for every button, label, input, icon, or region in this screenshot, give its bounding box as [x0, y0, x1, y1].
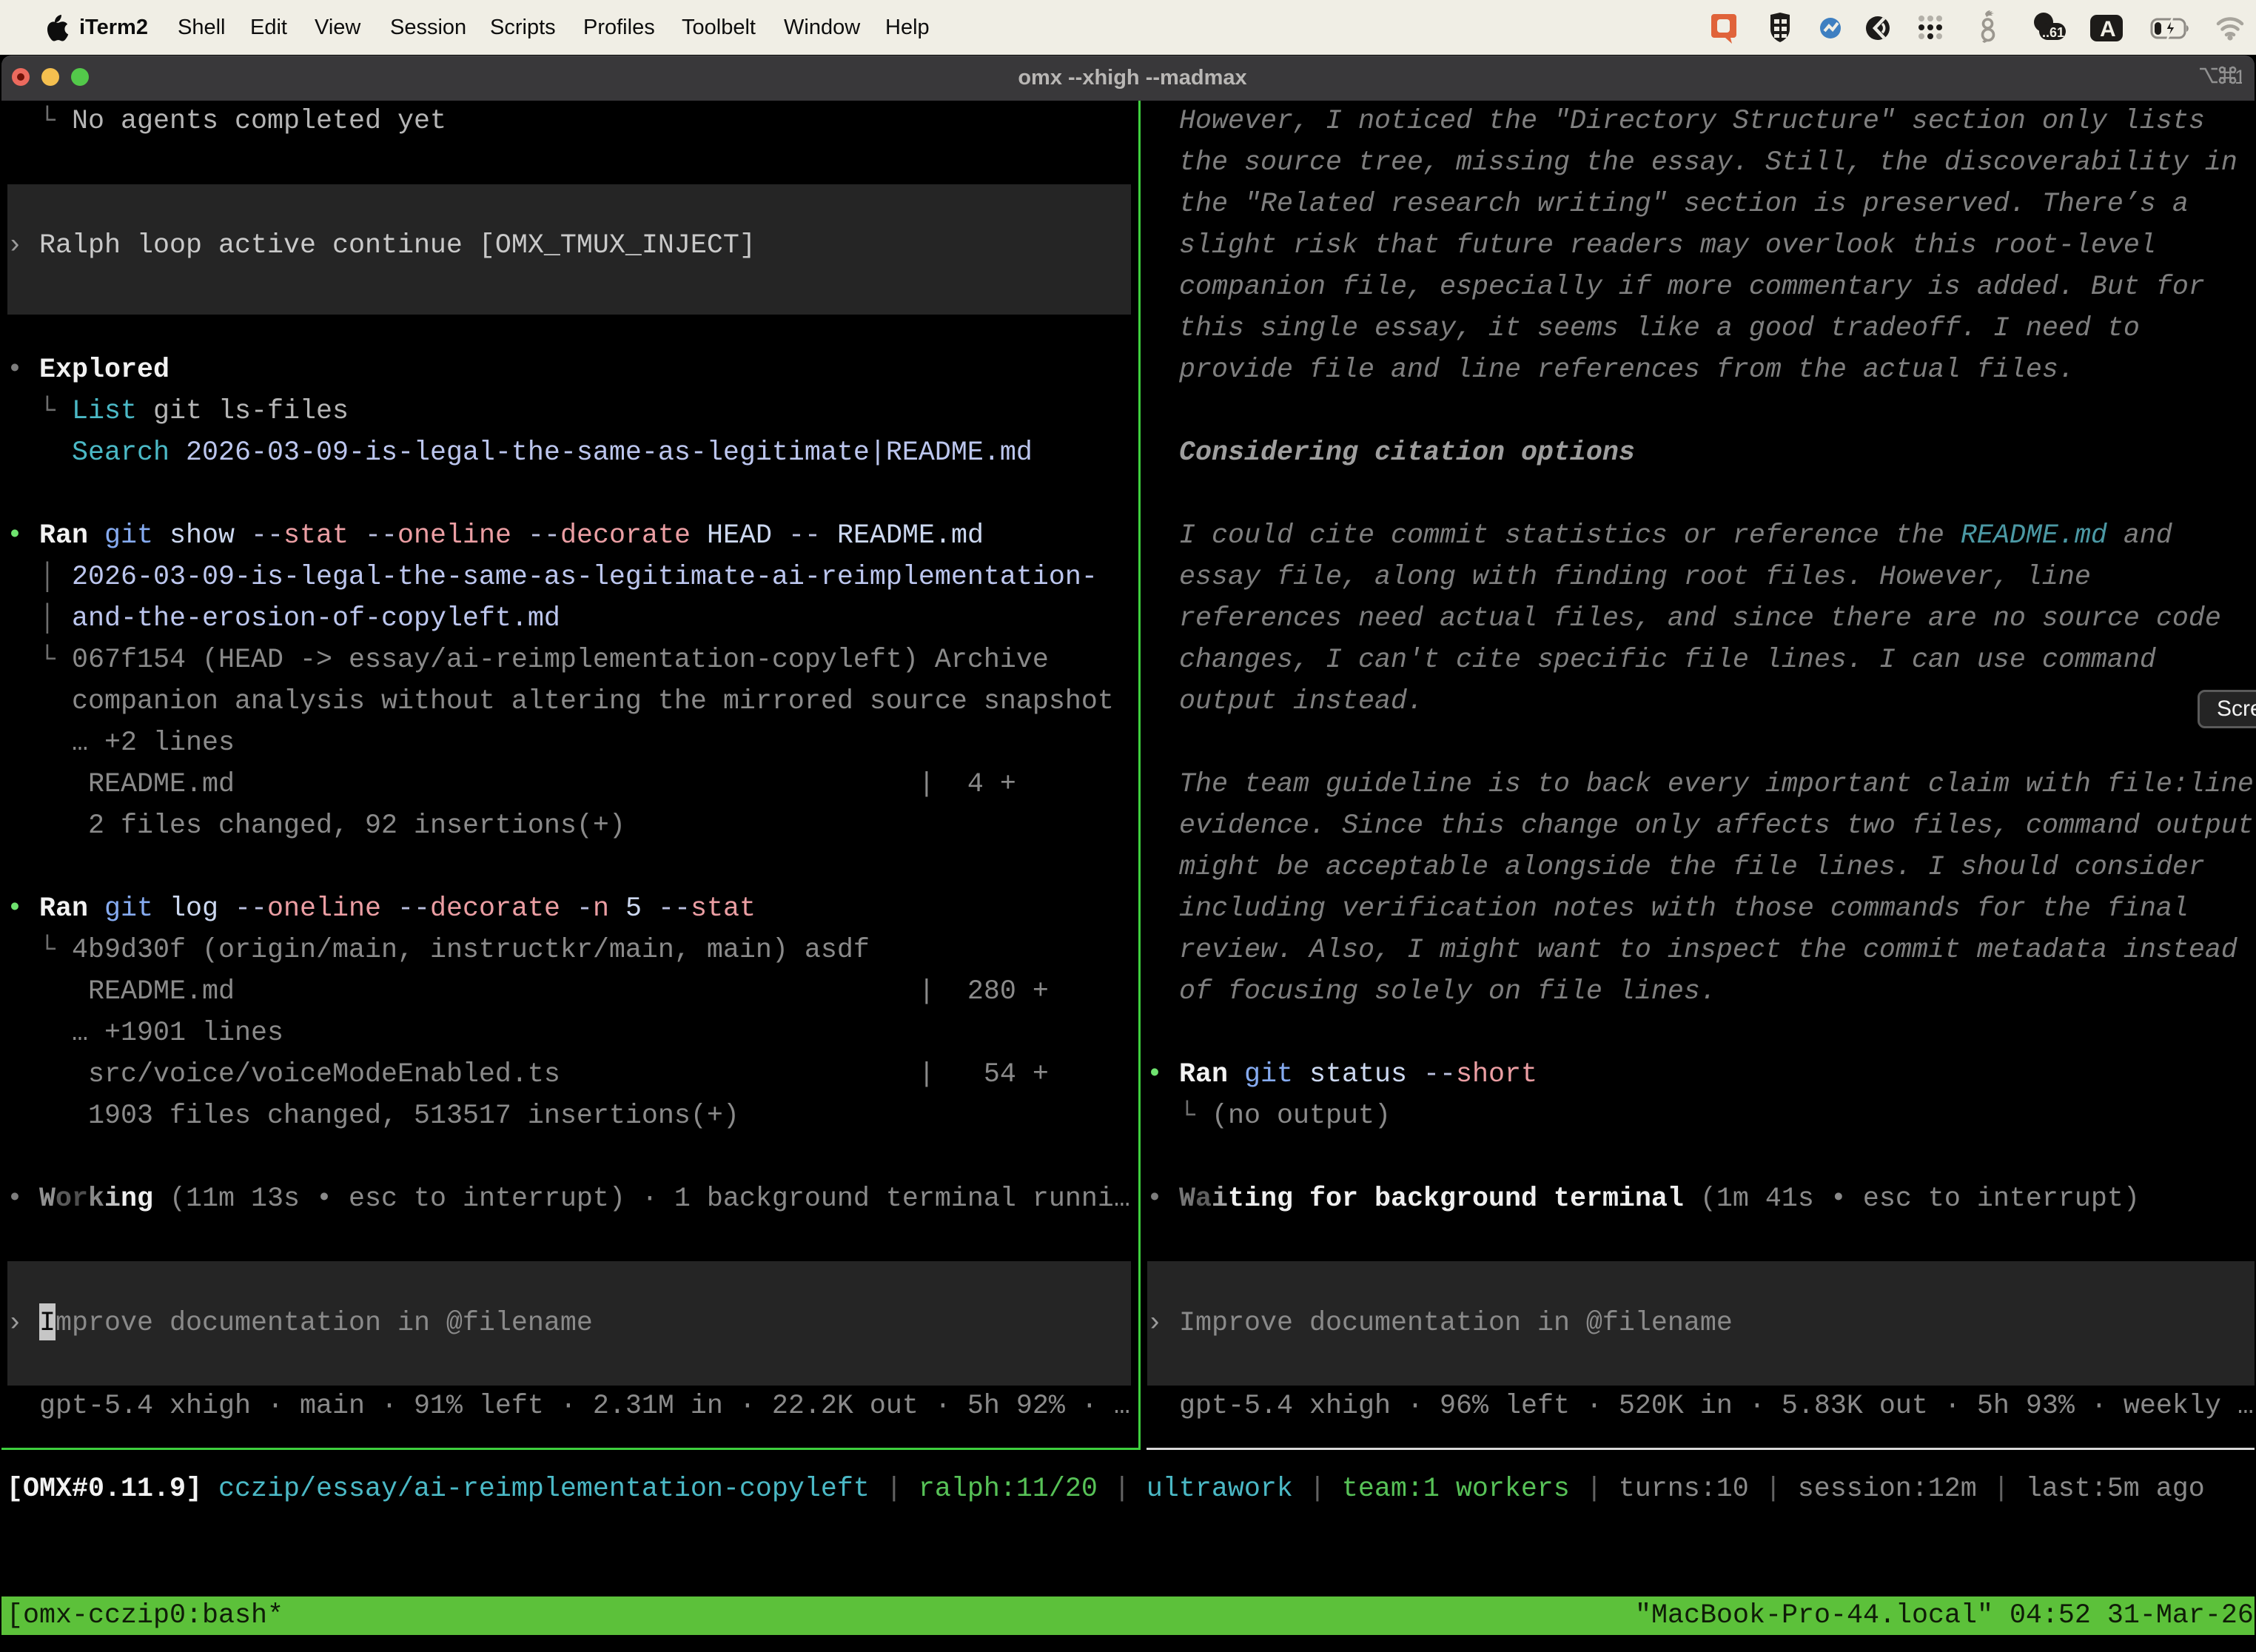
svg-text:1: 1	[2235, 66, 2242, 87]
svg-text:..61: ..61	[2042, 25, 2064, 40]
svg-text:A: A	[2100, 17, 2116, 41]
